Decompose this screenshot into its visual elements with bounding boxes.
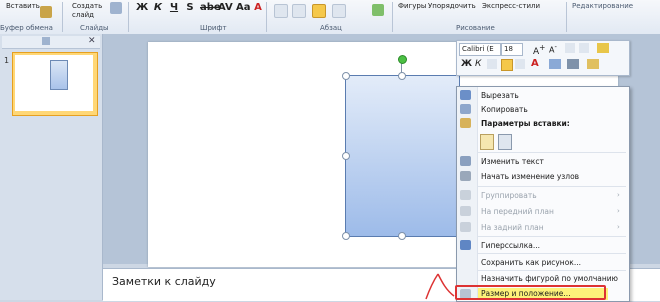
thumbnail-shape — [50, 60, 68, 90]
ribbon-separator — [266, 2, 267, 32]
menu-item-edit-text[interactable]: Изменить текст — [481, 157, 544, 166]
menu-item-cut[interactable]: Вырезать — [481, 91, 519, 100]
menu-item-edit-points[interactable]: Начать изменение узлов — [481, 172, 579, 181]
group-editing-label: Редактирование — [572, 2, 634, 10]
group-icon — [460, 190, 471, 200]
arrange-button[interactable]: Упорядочить — [428, 2, 476, 10]
edit-points-icon — [460, 171, 471, 181]
annotation-highlight-box — [455, 285, 606, 300]
quick-styles-button[interactable]: Экспресс-стили — [482, 2, 540, 10]
shrink-font-icon[interactable]: A- — [549, 43, 557, 55]
paste-icon — [460, 118, 471, 128]
indent-icon[interactable] — [579, 43, 589, 53]
ribbon: Вставить Буфер обмена Создать слайд Слай… — [0, 0, 660, 35]
justify-icon[interactable] — [332, 4, 346, 18]
send-backward-icon — [460, 222, 471, 232]
italic-icon[interactable]: К — [152, 2, 164, 14]
outline-color-icon[interactable] — [567, 59, 579, 69]
font-color-icon[interactable]: A — [252, 2, 264, 14]
align-center-icon[interactable] — [292, 4, 306, 18]
resize-handle[interactable] — [342, 152, 350, 160]
submenu-arrow-icon: › — [617, 191, 620, 199]
paint-icon[interactable] — [597, 43, 609, 53]
resize-handle[interactable] — [398, 72, 406, 80]
shapes-button[interactable]: Фигуры — [398, 2, 426, 10]
align-center-icon[interactable] — [501, 59, 513, 71]
align-left-icon[interactable] — [274, 4, 288, 18]
menu-item-save-as-picture[interactable]: Сохранить как рисунок... — [481, 258, 581, 267]
bold-icon[interactable]: Ж — [136, 2, 148, 14]
submenu-arrow-icon: › — [617, 223, 620, 231]
annotation-stroke — [425, 273, 455, 300]
format-painter-icon[interactable] — [587, 59, 599, 69]
close-icon[interactable]: ✕ — [88, 36, 96, 46]
bring-forward-icon — [460, 206, 471, 216]
indent-icon[interactable] — [565, 43, 575, 53]
bold-icon[interactable]: Ж — [461, 59, 472, 69]
resize-handle[interactable] — [342, 232, 350, 240]
layout-icon[interactable] — [110, 2, 122, 14]
slide-number: 1 — [4, 56, 10, 65]
change-case-icon[interactable]: Aa — [236, 2, 251, 14]
create-slide-button[interactable]: Создать слайд — [72, 2, 108, 20]
menu-separator — [478, 152, 626, 153]
resize-handle[interactable] — [342, 72, 350, 80]
menu-item-copy[interactable]: Копировать — [481, 105, 528, 114]
menu-separator — [478, 253, 626, 254]
group-paragraph-label: Абзац — [320, 24, 342, 32]
char-spacing-icon[interactable]: AV — [218, 2, 233, 14]
edit-text-icon — [460, 156, 471, 166]
underline-icon[interactable]: Ч — [168, 2, 180, 14]
menu-separator — [478, 270, 626, 271]
menu-separator — [478, 236, 626, 237]
strikethrough-icon[interactable]: abe — [200, 2, 221, 14]
group-slides-label: Слайды — [80, 24, 109, 32]
menu-item-hyperlink[interactable]: Гиперссылка... — [481, 241, 540, 250]
group-clipboard-label: Буфер обмена — [0, 24, 53, 32]
copy-icon — [460, 104, 471, 114]
align-middle-icon[interactable] — [312, 4, 326, 18]
hyperlink-icon — [460, 240, 471, 250]
group-drawing-label: Рисование — [456, 24, 495, 32]
font-name-field[interactable]: Calibri (Е — [459, 43, 501, 56]
paste-option-icon[interactable] — [480, 134, 494, 150]
mini-toolbar: Calibri (Е 18 A+ A- Ж К A — [456, 40, 630, 76]
group-font-label: Шрифт — [200, 24, 227, 32]
align-left-icon[interactable] — [487, 59, 497, 69]
ribbon-separator — [566, 2, 567, 32]
font-size-field[interactable]: 18 — [501, 43, 523, 56]
paste-picture-icon[interactable] — [498, 134, 512, 150]
ribbon-separator — [62, 2, 63, 32]
shadow-icon[interactable]: S — [184, 2, 196, 14]
notes-placeholder[interactable]: Заметки к слайду — [112, 275, 216, 288]
slides-tab-icon[interactable] — [42, 37, 50, 45]
rectangle-shape[interactable] — [345, 75, 460, 237]
smartart-icon[interactable] — [372, 4, 384, 16]
format-painter-icon[interactable] — [40, 6, 52, 18]
fill-color-icon[interactable] — [549, 59, 561, 69]
resize-handle[interactable] — [398, 232, 406, 240]
menu-item-group[interactable]: Группировать — [481, 191, 537, 200]
ribbon-separator — [128, 2, 129, 32]
ribbon-separator — [392, 2, 393, 32]
menu-separator — [478, 186, 626, 187]
rotation-handle[interactable] — [398, 55, 407, 64]
cut-icon — [460, 90, 471, 100]
submenu-arrow-icon: › — [617, 207, 620, 215]
font-color-icon[interactable]: A — [531, 58, 539, 69]
menu-item-bring-to-front[interactable]: На передний план — [481, 207, 554, 216]
pane-tabs[interactable]: ✕ — [2, 36, 100, 49]
menu-item-send-to-back[interactable]: На задний план — [481, 223, 544, 232]
italic-icon[interactable]: К — [475, 59, 481, 69]
menu-item-paste-options: Параметры вставки: — [481, 119, 570, 128]
align-right-icon[interactable] — [515, 59, 525, 69]
menu-item-set-default-shape[interactable]: Назначить фигурой по умолчанию — [481, 274, 618, 283]
paste-button[interactable]: Вставить — [6, 2, 40, 10]
grow-font-icon[interactable]: A+ — [533, 43, 545, 57]
